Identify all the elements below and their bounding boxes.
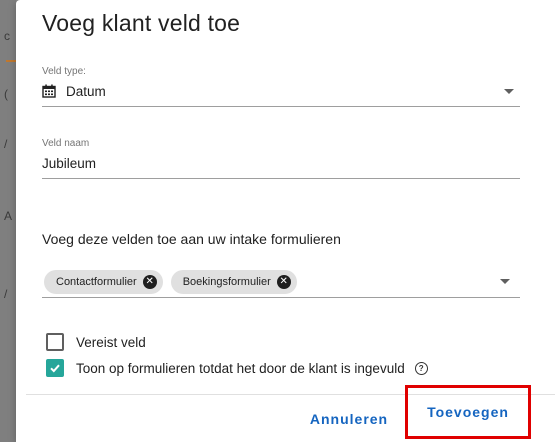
cancel-button[interactable]: Annuleren <box>308 404 390 434</box>
backdrop-fragment: A <box>4 209 13 223</box>
intake-forms-select[interactable]: Contactformulier ✕ Boekingsformulier ✕ <box>44 270 520 296</box>
field-type-select[interactable]: Veld type: Datum <box>42 66 520 107</box>
backdrop-fragment: / <box>4 137 8 151</box>
chevron-down-icon[interactable] <box>504 89 514 94</box>
backdrop-fragment: c <box>4 29 10 43</box>
show-on-forms-checkbox-row[interactable]: Toon op formulieren totdat het door de k… <box>46 359 428 377</box>
show-on-forms-label: Toon op formulieren totdat het door de k… <box>76 360 405 376</box>
backdrop-fragment: ( <box>4 87 8 101</box>
field-name-value[interactable]: Jubileum <box>42 156 96 171</box>
show-on-forms-checkbox[interactable] <box>46 359 64 377</box>
calendar-icon <box>42 84 56 98</box>
checkmark-icon <box>50 364 60 373</box>
close-circle-icon[interactable]: ✕ <box>142 275 157 289</box>
close-circle-icon[interactable]: ✕ <box>276 275 291 289</box>
add-customer-field-dialog: Voeg klant veld toe Veld type: Datum Vel… <box>16 0 555 442</box>
required-field-label: Vereist veld <box>76 334 146 350</box>
chips-underline <box>42 297 520 298</box>
field-type-value: Datum <box>66 83 106 99</box>
field-type-label: Veld type: <box>42 66 86 77</box>
required-field-checkbox[interactable] <box>46 333 64 351</box>
dialog-title: Voeg klant veld toe <box>42 10 241 36</box>
field-underline <box>42 106 520 107</box>
chip-contactformulier: Contactformulier ✕ <box>44 270 163 294</box>
field-name-label: Veld naam <box>42 138 90 149</box>
backdrop-fragment: / <box>4 287 8 301</box>
chip-label: Contactformulier <box>56 276 137 288</box>
chip-boekingsformulier: Boekingsformulier ✕ <box>170 270 297 294</box>
add-button[interactable]: Toevoegen <box>405 385 531 439</box>
field-name-input[interactable]: Veld naam Jubileum <box>42 138 520 179</box>
required-field-checkbox-row[interactable]: Vereist veld <box>46 333 146 351</box>
backdrop-accent-line <box>6 60 16 62</box>
help-circle-icon[interactable]: ? <box>414 361 428 375</box>
field-underline <box>42 178 520 179</box>
chip-label: Boekingsformulier <box>182 276 271 288</box>
intake-forms-heading: Voeg deze velden toe aan uw intake formu… <box>42 231 341 247</box>
chevron-down-icon[interactable] <box>500 279 510 284</box>
page-backdrop: c ( / A / <box>0 0 16 442</box>
